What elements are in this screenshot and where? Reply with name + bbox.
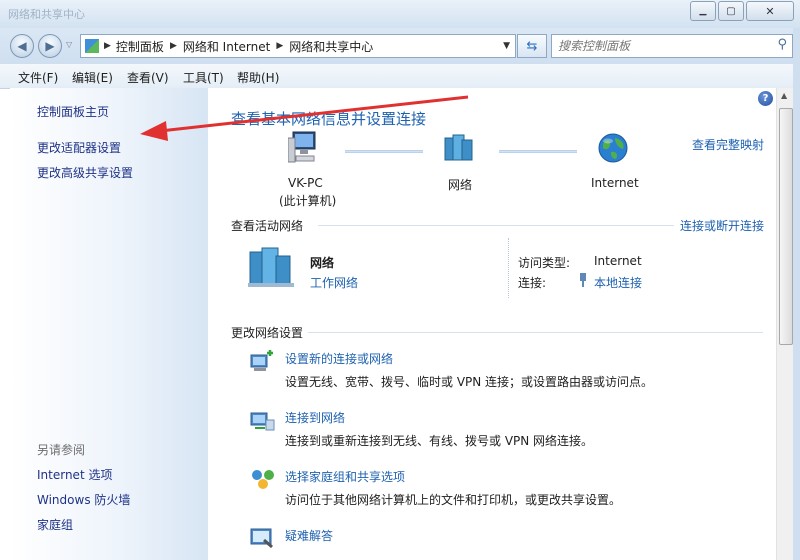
page-title: 查看基本网络信息并设置连接 xyxy=(231,110,427,128)
search-icon[interactable]: ⚲ xyxy=(777,37,787,52)
change-settings-header: 更改网络设置 xyxy=(231,326,304,340)
close-icon: ✕ xyxy=(765,4,775,18)
map-connection-line xyxy=(499,150,577,153)
network-type-link[interactable]: 工作网络 xyxy=(310,274,358,291)
refresh-icon: ⇆ xyxy=(526,38,538,54)
menu-tools[interactable]: 工具(T) xyxy=(183,69,224,86)
close-button[interactable]: ✕ xyxy=(746,1,794,21)
breadcrumb-control-panel[interactable]: 控制面板 xyxy=(116,38,164,55)
main-content: ? 查看基本网络信息并设置连接 查看完整映射 VK-PC (此计算机) 网络 I… xyxy=(208,88,776,560)
window-frame-right xyxy=(793,28,800,560)
address-dropdown-icon[interactable]: ▼ xyxy=(503,41,510,51)
section-divider xyxy=(308,332,763,333)
navigation-bar: ◀ ▶ ▽ ▶ 控制面板 ▶ 网络和 Internet ▶ 网络和共享中心 ▼ … xyxy=(0,28,800,64)
help-icon[interactable]: ? xyxy=(758,91,773,106)
see-also-heading: 另请参阅 xyxy=(37,443,86,457)
menu-file[interactable]: 文件(F) xyxy=(18,69,58,86)
local-connection-link[interactable]: 本地连接 xyxy=(594,274,642,291)
computer-icon xyxy=(288,131,316,163)
internet-globe-icon xyxy=(598,133,628,163)
change-adapter-settings-link[interactable]: 更改适配器设置 xyxy=(37,139,121,156)
scrollbar-thumb[interactable] xyxy=(779,108,793,345)
scroll-up-icon[interactable]: ▲ xyxy=(781,91,787,100)
map-pc-name: VK-PC xyxy=(288,176,323,190)
minimize-icon: ▁ xyxy=(699,6,707,16)
address-bar[interactable]: ▶ 控制面板 ▶ 网络和 Internet ▶ 网络和共享中心 ▼ xyxy=(80,34,516,58)
control-panel-icon xyxy=(85,39,99,53)
connect-disconnect-link[interactable]: 连接或断开连接 xyxy=(680,217,764,234)
map-internet-label: Internet xyxy=(591,176,639,190)
breadcrumb-network-sharing-center[interactable]: 网络和共享中心 xyxy=(289,38,373,55)
map-connection-line xyxy=(345,150,423,153)
maximize-button[interactable]: ▢ xyxy=(718,1,744,21)
map-pc-subtitle: (此计算机) xyxy=(279,194,337,208)
change-advanced-sharing-link[interactable]: 更改高级共享设置 xyxy=(37,164,133,181)
title-bar: 网络和共享中心 ▁ ▢ ✕ xyxy=(0,0,800,28)
vertical-divider xyxy=(508,238,510,298)
active-networks-header: 查看活动网络 xyxy=(231,219,304,233)
windows-firewall-link[interactable]: Windows 防火墙 xyxy=(37,491,130,508)
active-network-name: 网络 xyxy=(310,256,335,270)
task-setup-new-connection-link[interactable]: 设置新的连接或网络 xyxy=(285,350,393,367)
task-connect-to-network-desc: 连接到或重新连接到无线、有线、拨号或 VPN 网络连接。 xyxy=(285,434,594,448)
view-full-map-link[interactable]: 查看完整映射 xyxy=(692,136,764,153)
ethernet-plug-icon xyxy=(580,273,586,287)
search-box[interactable]: ⚲ xyxy=(551,34,793,58)
breadcrumb-separator-icon: ▶ xyxy=(169,41,177,51)
connect-to-network-icon xyxy=(250,412,275,431)
refresh-button[interactable]: ⇆ xyxy=(517,34,547,58)
minimize-button[interactable]: ▁ xyxy=(690,1,716,21)
task-troubleshoot-link[interactable]: 疑难解答 xyxy=(285,527,333,544)
new-connection-icon xyxy=(250,350,273,371)
window-title: 网络和共享中心 xyxy=(8,8,85,21)
internet-options-link[interactable]: Internet 选项 xyxy=(37,466,112,483)
homegroup-link[interactable]: 家庭组 xyxy=(37,516,73,533)
section-divider xyxy=(318,225,674,226)
search-input[interactable] xyxy=(556,37,770,55)
task-setup-new-connection-desc: 设置无线、宽带、拨号、临时或 VPN 连接；或设置路由器或访问点。 xyxy=(285,375,654,389)
breadcrumb-separator-icon: ▶ xyxy=(276,41,284,51)
forward-arrow-icon: ▶ xyxy=(45,39,55,53)
map-network-label: 网络 xyxy=(448,178,473,192)
left-navigation-pane: 控制面板主页 更改适配器设置 更改高级共享设置 另请参阅 Internet 选项… xyxy=(10,88,208,560)
task-homegroup-sharing-link[interactable]: 选择家庭组和共享选项 xyxy=(285,468,405,485)
forward-button[interactable]: ▶ xyxy=(38,34,62,58)
recent-pages-chevron-icon[interactable]: ▽ xyxy=(66,40,72,49)
troubleshoot-icon xyxy=(250,528,273,549)
control-panel-home-link[interactable]: 控制面板主页 xyxy=(37,103,109,120)
task-connect-to-network-link[interactable]: 连接到网络 xyxy=(285,409,345,426)
vertical-scrollbar[interactable]: ▲ xyxy=(776,88,794,560)
network-icon xyxy=(444,134,473,161)
menu-edit[interactable]: 编辑(E) xyxy=(72,69,113,86)
access-type-value: Internet xyxy=(594,254,642,268)
breadcrumb-network-internet[interactable]: 网络和 Internet xyxy=(183,38,270,55)
menu-view[interactable]: 查看(V) xyxy=(127,69,169,86)
menu-help[interactable]: 帮助(H) xyxy=(237,69,279,86)
breadcrumb-separator-icon: ▶ xyxy=(104,41,111,51)
homegroup-sharing-icon xyxy=(252,470,274,489)
task-homegroup-sharing-desc: 访问位于其他网络计算机上的文件和打印机，或更改共享设置。 xyxy=(285,493,622,507)
menu-bar: 文件(F) 编辑(E) 查看(V) 工具(T) 帮助(H) xyxy=(0,64,800,89)
back-button[interactable]: ◀ xyxy=(10,34,34,58)
maximize-icon: ▢ xyxy=(726,5,736,17)
active-network-icon xyxy=(248,247,294,287)
access-type-label: 访问类型: xyxy=(518,256,571,270)
connections-label: 连接: xyxy=(518,276,547,290)
back-arrow-icon: ◀ xyxy=(17,39,27,53)
